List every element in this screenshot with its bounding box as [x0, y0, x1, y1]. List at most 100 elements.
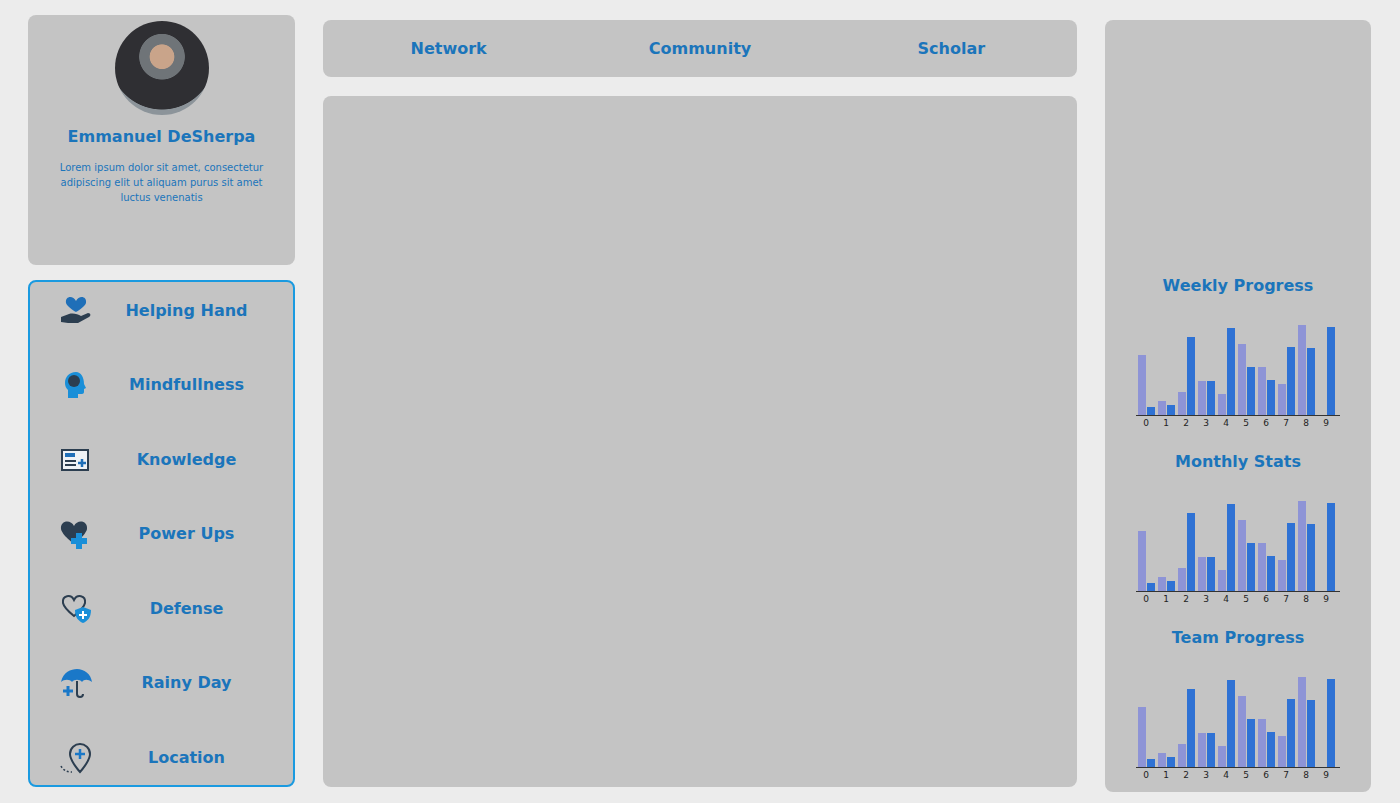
axis-tick: 0: [1136, 416, 1156, 430]
sidebar-item[interactable]: Defense: [30, 582, 293, 634]
sidebar-item[interactable]: Mindfullness: [30, 359, 293, 411]
chart-bar[interactable]: [1218, 394, 1226, 415]
chart-bar[interactable]: [1167, 405, 1175, 415]
axis-tick: 3: [1196, 768, 1216, 782]
axis-tick: 9: [1316, 768, 1336, 782]
chart-bar[interactable]: [1247, 367, 1255, 415]
chart-bar[interactable]: [1287, 523, 1295, 591]
axis-tick: 1: [1156, 416, 1176, 430]
chart-bar[interactable]: [1158, 577, 1166, 591]
chart-bar[interactable]: [1227, 680, 1235, 767]
nav-link[interactable]: Scholar: [826, 39, 1077, 58]
chart-bar[interactable]: [1238, 344, 1246, 415]
chart-bar[interactable]: [1298, 501, 1306, 591]
nav-link[interactable]: Network: [323, 39, 574, 58]
chart-bar[interactable]: [1267, 380, 1275, 415]
chart-bar[interactable]: [1258, 367, 1266, 415]
dashboard: Emmanuel DeSherpaLorem ipsum dolor sit a…: [0, 0, 1400, 803]
axis-tick: 6: [1256, 768, 1276, 782]
axis-tick: 2: [1176, 592, 1196, 606]
avatar-photo: [115, 21, 209, 115]
chart-bar[interactable]: [1187, 337, 1195, 415]
chart-bar[interactable]: [1307, 524, 1315, 591]
chart-bar[interactable]: [1327, 503, 1335, 591]
axis-tick: 5: [1236, 592, 1256, 606]
bar-group: [1176, 337, 1196, 415]
sidebar-item-label: Power Ups: [94, 524, 279, 543]
sidebar-item[interactable]: Location: [30, 731, 293, 783]
heart-shield-icon: [58, 590, 94, 626]
chart-bar[interactable]: [1278, 736, 1286, 767]
chart-bar[interactable]: [1138, 355, 1146, 415]
chart-bar[interactable]: [1218, 746, 1226, 767]
mind-head-icon: [58, 367, 94, 403]
chart-bar[interactable]: [1247, 543, 1255, 591]
axis-tick: 9: [1316, 592, 1336, 606]
chart-bar[interactable]: [1167, 581, 1175, 591]
chart-bar[interactable]: [1307, 348, 1315, 415]
sidebar-item[interactable]: Knowledge: [30, 433, 293, 485]
bar-group: [1276, 699, 1296, 767]
chart-bar[interactable]: [1138, 531, 1146, 591]
chart-bar[interactable]: [1178, 568, 1186, 591]
chart-bar[interactable]: [1207, 381, 1215, 415]
chart-bar[interactable]: [1287, 699, 1295, 767]
axis-tick: 3: [1196, 416, 1216, 430]
bar-group: [1136, 355, 1156, 415]
chart-bar[interactable]: [1147, 759, 1155, 767]
bar-group: [1256, 719, 1276, 767]
chart-bar[interactable]: [1207, 733, 1215, 767]
chart-bar[interactable]: [1158, 753, 1166, 767]
chart-bar[interactable]: [1198, 733, 1206, 767]
chart-bar[interactable]: [1178, 392, 1186, 415]
axis-tick: 4: [1216, 592, 1236, 606]
chart-bar[interactable]: [1278, 384, 1286, 415]
chart-bar[interactable]: [1227, 328, 1235, 415]
chart-bar[interactable]: [1327, 679, 1335, 767]
bar-group: [1276, 523, 1296, 591]
bar-group: [1316, 327, 1336, 415]
chart-bar[interactable]: [1298, 677, 1306, 767]
chart-bar[interactable]: [1258, 719, 1266, 767]
chart-bar[interactable]: [1327, 327, 1335, 415]
chart-bar[interactable]: [1158, 401, 1166, 415]
chart-bar[interactable]: [1187, 513, 1195, 591]
chart-bar[interactable]: [1198, 381, 1206, 415]
bar-group: [1136, 707, 1156, 767]
axis-tick: 9: [1316, 416, 1336, 430]
chart-bar[interactable]: [1267, 556, 1275, 591]
chart-bar[interactable]: [1198, 557, 1206, 591]
chart-bar[interactable]: [1238, 696, 1246, 767]
chart-bar[interactable]: [1147, 407, 1155, 415]
axis-tick: 2: [1176, 416, 1196, 430]
chart-bar[interactable]: [1207, 557, 1215, 591]
umbrella-icon: [58, 665, 94, 701]
profile-name: Emmanuel DeSherpa: [68, 127, 256, 146]
chart-bar[interactable]: [1278, 560, 1286, 591]
nav-link[interactable]: Community: [574, 39, 825, 58]
chart-bar[interactable]: [1178, 744, 1186, 767]
chart-bar[interactable]: [1307, 700, 1315, 767]
chart-title: Team Progress: [1172, 628, 1305, 647]
sidebar-item-label: Rainy Day: [94, 673, 279, 692]
chart-bar[interactable]: [1227, 504, 1235, 591]
chart-bar[interactable]: [1267, 732, 1275, 767]
chart-bar[interactable]: [1138, 707, 1146, 767]
axis-tick: 3: [1196, 592, 1216, 606]
axis-tick: 7: [1276, 592, 1296, 606]
chart-bar[interactable]: [1147, 583, 1155, 591]
sidebar-item[interactable]: Helping Hand: [30, 284, 293, 336]
chart-bar[interactable]: [1298, 325, 1306, 415]
sidebar-item[interactable]: Rainy Day: [30, 657, 293, 709]
sidebar-menu: Helping Hand Mindfullness Knowledge Power U…: [28, 280, 295, 787]
chart-bar[interactable]: [1218, 570, 1226, 591]
chart-bar[interactable]: [1187, 689, 1195, 767]
chart-bar[interactable]: [1247, 719, 1255, 767]
bar-group: [1156, 401, 1176, 415]
chart-bar[interactable]: [1287, 347, 1295, 415]
sidebar-item[interactable]: Power Ups: [30, 508, 293, 560]
axis-tick: 5: [1236, 768, 1256, 782]
chart-bar[interactable]: [1238, 520, 1246, 591]
chart-bar[interactable]: [1258, 543, 1266, 591]
chart-bar[interactable]: [1167, 757, 1175, 767]
